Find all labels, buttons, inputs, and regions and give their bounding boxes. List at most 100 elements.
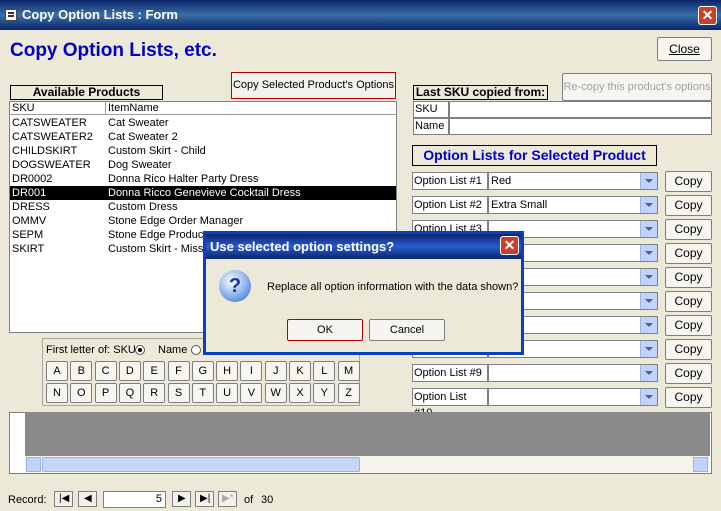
- product-sku: CHILDSKIRT: [12, 145, 78, 157]
- product-row[interactable]: DR001 Donna Ricco Genevieve Cocktail Dres…: [10, 186, 396, 200]
- option-list-combo[interactable]: Extra Small: [488, 196, 658, 214]
- cancel-button[interactable]: Cancel: [369, 319, 445, 341]
- last-record-button[interactable]: ▶|: [195, 491, 214, 507]
- option-list-value: Red: [491, 175, 512, 187]
- letter-button-f[interactable]: F: [167, 361, 190, 381]
- first-record-button[interactable]: |◀: [54, 491, 73, 507]
- option-list-combo[interactable]: [488, 364, 658, 382]
- scroll-right-button[interactable]: [693, 457, 708, 472]
- record-label: Record:: [8, 494, 47, 506]
- of-label: of: [244, 494, 254, 506]
- chevron-down-icon[interactable]: [640, 221, 657, 237]
- chevron-down-icon[interactable]: [640, 269, 657, 285]
- copy-option-list-button[interactable]: Copy: [665, 219, 712, 240]
- letter-button-a[interactable]: A: [46, 361, 68, 381]
- dialog-close-button[interactable]: ✕: [500, 236, 519, 255]
- copy-option-list-button[interactable]: Copy: [665, 339, 712, 360]
- radio-name-label: Name: [158, 344, 188, 356]
- product-row[interactable]: CATSWEATER Cat Sweater: [10, 116, 396, 130]
- copy-option-list-button[interactable]: Copy: [665, 195, 712, 216]
- option-lists-heading: Option Lists for Selected Product: [412, 145, 657, 166]
- chevron-down-icon[interactable]: [640, 389, 657, 405]
- letter-button-o[interactable]: O: [70, 383, 93, 403]
- letter-button-v[interactable]: V: [240, 383, 263, 403]
- product-row[interactable]: CATSWEATER2 Cat Sweater 2: [10, 130, 396, 144]
- chevron-down-icon[interactable]: [640, 317, 657, 333]
- product-sku: DR001: [12, 187, 47, 199]
- sku-field-label: SKU: [413, 101, 449, 118]
- product-name: Stone Edge Product: [108, 229, 207, 241]
- recopy-options-button[interactable]: Re-copy this product's options: [562, 73, 712, 101]
- product-name: Custom Skirt - Child: [108, 145, 206, 157]
- product-name: Cat Sweater: [108, 117, 169, 129]
- product-sku: SKIRT: [12, 243, 45, 255]
- record-number-input[interactable]: 5: [103, 491, 166, 508]
- scroll-thumb[interactable]: [42, 457, 360, 472]
- sku-field[interactable]: [449, 101, 712, 118]
- copy-option-list-button[interactable]: Copy: [665, 291, 712, 312]
- radio-name[interactable]: [191, 345, 201, 355]
- column-header-itemname: ItemName: [108, 102, 159, 114]
- product-sku: OMMV: [12, 215, 47, 227]
- letter-button-m[interactable]: M: [337, 361, 360, 381]
- chevron-down-icon[interactable]: [640, 197, 657, 213]
- letter-button-u[interactable]: U: [216, 383, 239, 403]
- horizontal-scrollbar[interactable]: [25, 456, 710, 473]
- copy-option-list-button[interactable]: Copy: [665, 243, 712, 264]
- product-row[interactable]: DRESS Custom Dress: [10, 200, 396, 214]
- dialog-titlebar: Use selected option settings? ✕: [206, 234, 521, 259]
- last-sku-label: Last SKU copied from:: [413, 85, 548, 100]
- close-button[interactable]: Close: [657, 37, 712, 61]
- copy-option-list-button[interactable]: Copy: [665, 171, 712, 192]
- radio-sku[interactable]: [135, 345, 145, 355]
- option-list-combo[interactable]: [488, 388, 658, 406]
- copy-option-list-button[interactable]: Copy: [665, 363, 712, 384]
- copy-option-list-button[interactable]: Copy: [665, 387, 712, 408]
- next-record-button[interactable]: ▶: [172, 491, 191, 507]
- letter-button-h[interactable]: H: [216, 361, 239, 381]
- product-row[interactable]: DOGSWEATER Dog Sweater: [10, 158, 396, 172]
- new-record-button[interactable]: ▶*: [218, 491, 237, 507]
- letter-button-r[interactable]: R: [143, 383, 166, 403]
- option-list-label: Option List #10: [412, 388, 488, 419]
- copy-selected-options-button[interactable]: Copy Selected Product's Options: [231, 72, 396, 99]
- window-close-button[interactable]: ✕: [698, 6, 717, 25]
- letter-button-z[interactable]: Z: [337, 383, 360, 403]
- letter-button-k[interactable]: K: [289, 361, 311, 381]
- letter-button-y[interactable]: Y: [313, 383, 336, 403]
- chevron-down-icon[interactable]: [640, 245, 657, 261]
- chevron-down-icon[interactable]: [640, 365, 657, 381]
- chevron-down-icon[interactable]: [640, 293, 657, 309]
- product-name: Stone Edge Order Manager: [108, 215, 244, 227]
- chevron-down-icon[interactable]: [640, 173, 657, 189]
- letter-button-i[interactable]: I: [240, 361, 263, 381]
- copy-option-list-button[interactable]: Copy: [665, 267, 712, 288]
- letter-button-e[interactable]: E: [143, 361, 166, 381]
- prev-record-button[interactable]: ◀: [78, 491, 97, 507]
- letter-button-c[interactable]: C: [94, 361, 117, 381]
- letter-button-d[interactable]: D: [118, 361, 141, 381]
- chevron-down-icon[interactable]: [640, 341, 657, 357]
- letter-button-w[interactable]: W: [264, 383, 287, 403]
- product-name: Donna Ricco Genevieve Cocktail Dress: [108, 187, 301, 199]
- letter-button-s[interactable]: S: [167, 383, 190, 403]
- letter-button-x[interactable]: X: [289, 383, 311, 403]
- product-row[interactable]: OMMV Stone Edge Order Manager: [10, 214, 396, 228]
- copy-option-list-button[interactable]: Copy: [665, 315, 712, 336]
- letter-button-n[interactable]: N: [46, 383, 68, 403]
- name-field[interactable]: [449, 118, 712, 135]
- letter-button-g[interactable]: G: [191, 361, 214, 381]
- option-list-label: Option List #9: [412, 364, 488, 382]
- product-row[interactable]: DR0002 Donna Rico Halter Party Dress: [10, 172, 396, 186]
- question-icon: ?: [219, 270, 251, 302]
- letter-button-b[interactable]: B: [70, 361, 93, 381]
- letter-button-p[interactable]: P: [94, 383, 117, 403]
- scroll-left-button[interactable]: [26, 457, 41, 472]
- letter-button-q[interactable]: Q: [118, 383, 141, 403]
- letter-button-j[interactable]: J: [264, 361, 287, 381]
- product-row[interactable]: CHILDSKIRT Custom Skirt - Child: [10, 144, 396, 158]
- letter-button-t[interactable]: T: [191, 383, 214, 403]
- letter-button-l[interactable]: L: [313, 361, 336, 381]
- ok-button[interactable]: OK: [287, 319, 363, 341]
- option-list-combo[interactable]: Red: [488, 172, 658, 190]
